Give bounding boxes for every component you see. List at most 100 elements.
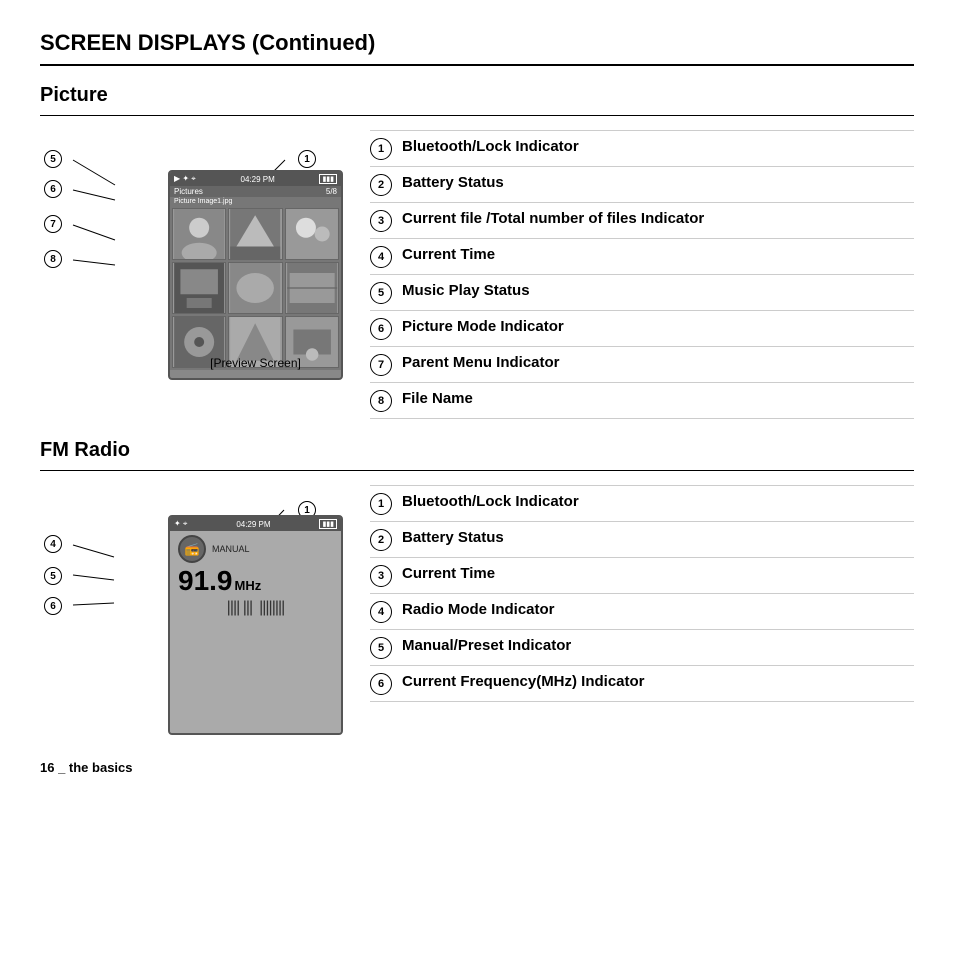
radio-mode-label: MANUAL	[212, 544, 250, 554]
picture-info-row-6: 6 Picture Mode Indicator	[370, 311, 914, 347]
radio-freq-unit: MHz	[235, 578, 262, 593]
grid-cell-2	[228, 208, 282, 260]
callout-circle-1: 1	[298, 150, 316, 168]
picture-info-text-6: Picture Mode Indicator	[402, 317, 564, 337]
radio-statusbar: ✦ ⌖ 04:29 PM ▮▮▮	[170, 517, 341, 531]
radio-inner: 📻 MANUAL 91.9 MHz |||| |||	[170, 531, 341, 735]
picture-statusbar: ▶ ✦ ⌖ 04:29 PM ▮▮▮	[170, 172, 341, 186]
callout-circle-6: 6	[44, 597, 62, 615]
picture-preview-label: [Preview Screen]	[168, 356, 343, 370]
picture-info-num-6: 6	[370, 318, 392, 340]
picture-info-row-2: 2 Battery Status	[370, 167, 914, 203]
callout-circle-7: 7	[44, 215, 62, 233]
statusbar-left-icons: ▶ ✦ ⌖	[174, 174, 196, 184]
radio-info-row-5: 5 Manual/Preset Indicator	[370, 630, 914, 666]
radio-info-text-6: Current Frequency(MHz) Indicator	[402, 672, 645, 692]
picture-info-text-1: Bluetooth/Lock Indicator	[402, 137, 579, 157]
radio-info-num-1: 1	[370, 493, 392, 515]
folder-name: Pictures	[174, 187, 203, 196]
picture-info-num-2: 2	[370, 174, 392, 196]
picture-info-text-4: Current Time	[402, 245, 495, 265]
picture-info-text-8: File Name	[402, 389, 473, 409]
radio-frequency-value: 91.9	[178, 567, 233, 595]
picture-info-num-8: 8	[370, 390, 392, 412]
picture-info-row-5: 5 Music Play Status	[370, 275, 914, 311]
statusbar-battery: ▮▮▮	[319, 174, 337, 184]
picture-callout-5: 5	[44, 150, 62, 168]
picture-screen-mockup: ▶ ✦ ⌖ 04:29 PM ▮▮▮ Pictures 5/8 Picture …	[168, 170, 343, 380]
radio-icon-symbol: 📻	[185, 542, 200, 556]
picture-diagram-wrapper: 5 6 7 8 1 2	[40, 130, 320, 380]
radio-info-num-6: 6	[370, 673, 392, 695]
radio-info-text-1: Bluetooth/Lock Indicator	[402, 492, 579, 512]
radio-info-text-4: Radio Mode Indicator	[402, 600, 555, 620]
picture-callout-8: 8	[44, 250, 62, 268]
radio-info-text-5: Manual/Preset Indicator	[402, 636, 571, 656]
radio-info-num-2: 2	[370, 529, 392, 551]
radio-callout-6: 6	[44, 597, 62, 615]
picture-info-num-5: 5	[370, 282, 392, 304]
radio-info-row-4: 4 Radio Mode Indicator	[370, 594, 914, 630]
callout-circle-4: 4	[44, 535, 62, 553]
callout-circle-5: 5	[44, 567, 62, 585]
page-title: SCREEN DISPLAYS (Continued)	[40, 30, 914, 56]
picture-grid	[170, 206, 341, 370]
radio-info-num-4: 4	[370, 601, 392, 623]
radio-statusbar-battery: ▮▮▮	[319, 519, 337, 529]
radio-info-row-1: 1 Bluetooth/Lock Indicator	[370, 485, 914, 522]
picture-folder-header: Pictures 5/8	[170, 186, 341, 197]
picture-info-text-7: Parent Menu Indicator	[402, 353, 560, 373]
callout-circle-8: 8	[44, 250, 62, 268]
grid-cell-1	[172, 208, 226, 260]
picture-info-row-4: 4 Current Time	[370, 239, 914, 275]
radio-info-num-5: 5	[370, 637, 392, 659]
radio-eq-bars: |||| ||| ||||||||	[178, 599, 333, 617]
picture-info-table: 1 Bluetooth/Lock Indicator 2 Battery Sta…	[370, 130, 914, 419]
radio-section-body: 4 5 6 1 2 3	[40, 485, 914, 755]
radio-diagram-area: 4 5 6 1 2 3	[40, 485, 340, 755]
picture-info-text-3: Current file /Total number of files Indi…	[402, 209, 704, 229]
grid-cell-5	[228, 262, 282, 314]
grid-cell-3	[285, 208, 339, 260]
radio-info-row-2: 2 Battery Status	[370, 522, 914, 558]
picture-filename: Picture Image1.jpg	[170, 197, 341, 206]
picture-info-row-3: 3 Current file /Total number of files In…	[370, 203, 914, 239]
picture-info-num-7: 7	[370, 354, 392, 376]
picture-section-body: 5 6 7 8 1 2	[40, 130, 914, 419]
radio-section: FM Radio	[40, 439, 914, 755]
picture-info-num-3: 3	[370, 210, 392, 232]
grid-cell-4	[172, 262, 226, 314]
page-footer: 16 _ the basics	[40, 760, 133, 775]
picture-info-num-1: 1	[370, 138, 392, 160]
radio-callout-4: 4	[44, 535, 62, 553]
picture-section-title: Picture	[40, 84, 914, 107]
picture-info-text-2: Battery Status	[402, 173, 504, 193]
radio-mode-row: 📻 MANUAL	[178, 535, 333, 563]
callout-circle-6: 6	[44, 180, 62, 198]
picture-info-row-7: 7 Parent Menu Indicator	[370, 347, 914, 383]
radio-info-num-3: 3	[370, 565, 392, 587]
radio-info-row-6: 6 Current Frequency(MHz) Indicator	[370, 666, 914, 702]
picture-callout-7: 7	[44, 215, 62, 233]
picture-info-num-4: 4	[370, 246, 392, 268]
radio-statusbar-icons: ✦ ⌖	[174, 519, 187, 529]
picture-info-text-5: Music Play Status	[402, 281, 530, 301]
radio-info-table: 1 Bluetooth/Lock Indicator 2 Battery Sta…	[370, 485, 914, 702]
callout-circle-5: 5	[44, 150, 62, 168]
radio-section-title: FM Radio	[40, 439, 914, 462]
radio-info-text-2: Battery Status	[402, 528, 504, 548]
grid-cell-6	[285, 262, 339, 314]
file-number: 5/8	[326, 187, 337, 196]
picture-info-row-1: 1 Bluetooth/Lock Indicator	[370, 130, 914, 167]
picture-diagram-area: 5 6 7 8 1 2	[40, 130, 340, 380]
radio-frequency-row: 91.9 MHz	[178, 567, 333, 595]
radio-screen-mockup: ✦ ⌖ 04:29 PM ▮▮▮ 📻 MANUAL	[168, 515, 343, 735]
picture-callout-6: 6	[44, 180, 62, 198]
radio-statusbar-time: 04:29 PM	[236, 520, 270, 529]
radio-mode-icon: 📻	[178, 535, 206, 563]
picture-section: Picture	[40, 84, 914, 419]
picture-info-row-8: 8 File Name	[370, 383, 914, 419]
picture-callout-1: 1	[298, 150, 316, 168]
radio-info-text-3: Current Time	[402, 564, 495, 584]
statusbar-time: 04:29 PM	[241, 175, 275, 184]
